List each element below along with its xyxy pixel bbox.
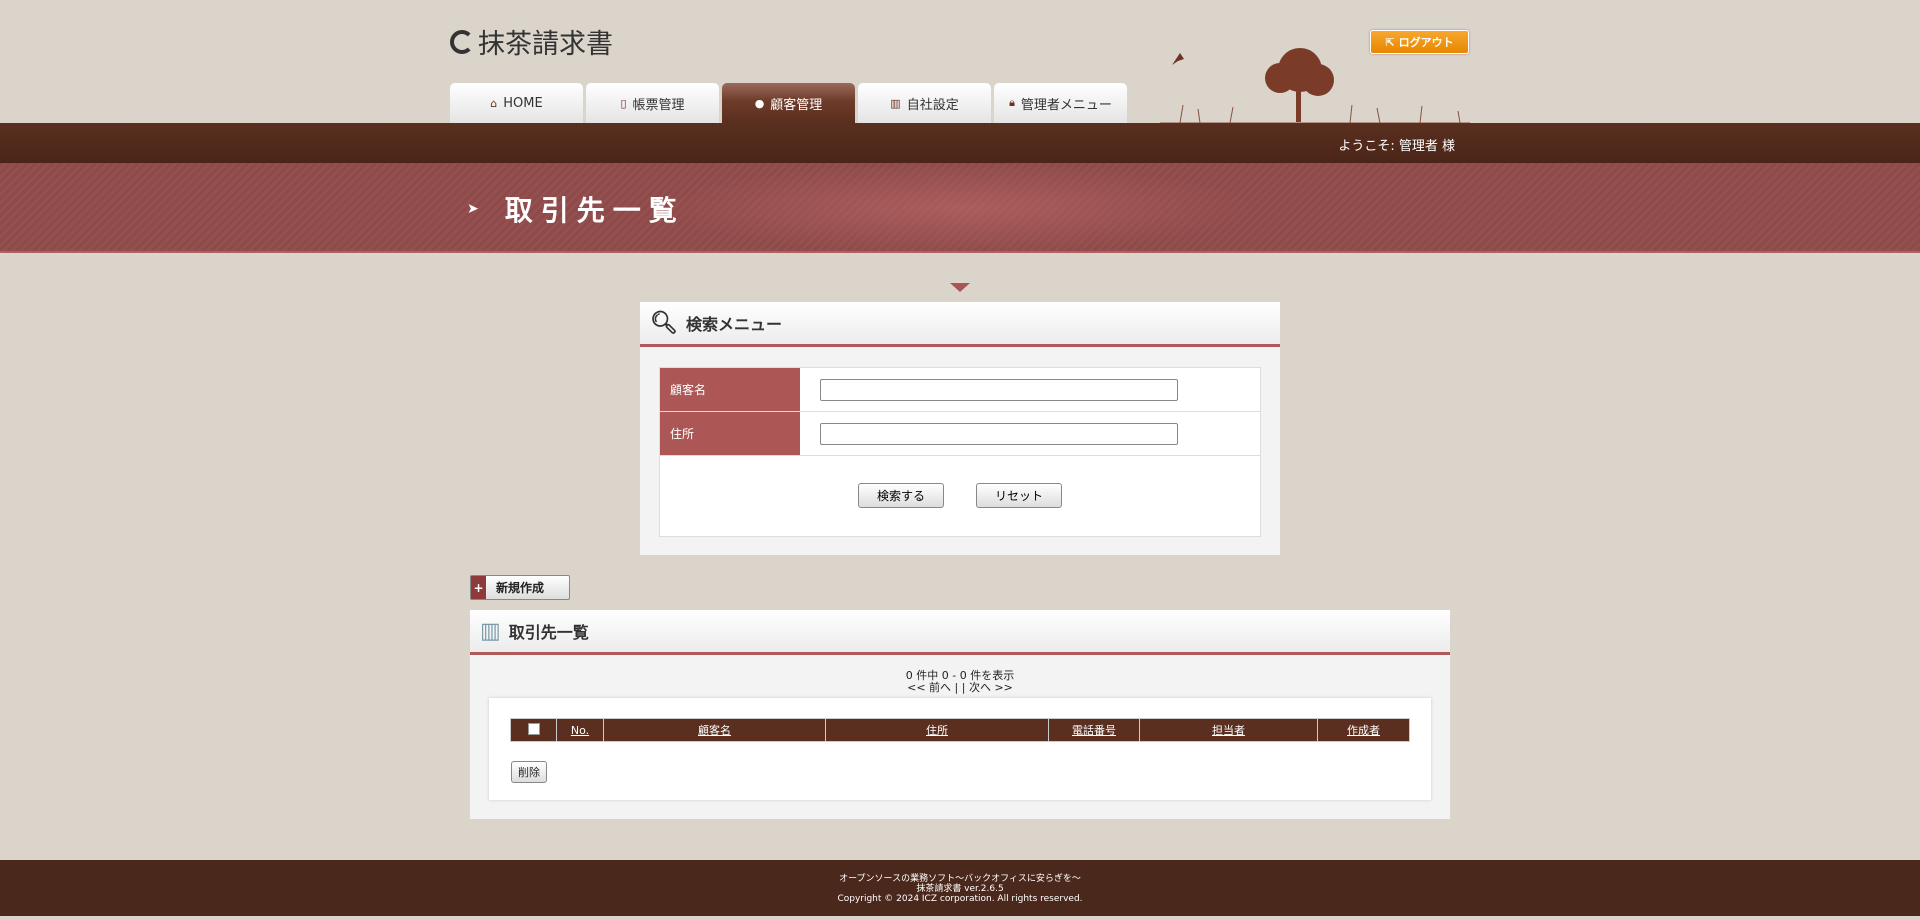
- reset-button[interactable]: リセット: [976, 483, 1063, 508]
- select-all-checkbox[interactable]: [527, 722, 540, 735]
- search-panel: 🔍︎ 検索メニュー 顧客名 住所 検索する リセット: [640, 302, 1280, 555]
- tab-documents[interactable]: ▯ 帳票管理: [586, 83, 719, 123]
- tab-customers[interactable]: ● 顧客管理: [722, 83, 855, 123]
- address-label: 住所: [660, 412, 800, 455]
- header: 抹茶請求書 ⇱ ログアウト ⌂ HOME ▯ 帳票管理 ● 顧客管理 ▥ 自社設定 🔒︎ 管…: [0, 0, 1920, 123]
- list-title: 取引先一覧: [508, 623, 589, 642]
- tab-home[interactable]: ⌂ HOME: [450, 83, 583, 123]
- tab-admin-menu[interactable]: 🔒︎ 管理者メニュー: [994, 83, 1127, 123]
- arrow-icon: ➤: [467, 201, 487, 217]
- column-creator[interactable]: 作成者: [1317, 718, 1410, 742]
- search-panel-title: 検索メニュー: [685, 315, 782, 334]
- logout-button[interactable]: ⇱ ログアウト: [1370, 30, 1469, 54]
- user-bar: ようこそ: 管理者 様: [0, 123, 1920, 163]
- user-icon: ●: [754, 96, 765, 110]
- lock-icon: 🔒︎: [1009, 96, 1015, 109]
- customer-name-input[interactable]: [820, 378, 1178, 401]
- customer-list-panel: ▥ 取引先一覧 0 件中 0 - 0 件を表示 << 前へ | | 次へ >> No…: [470, 610, 1450, 819]
- down-triangle-icon: [950, 283, 970, 292]
- column-no[interactable]: No.: [556, 718, 604, 742]
- building-icon: ▥: [480, 618, 501, 644]
- address-input[interactable]: [820, 422, 1178, 445]
- footer-copyright: Copyright © 2024 ICZ corporation. All ri…: [837, 894, 1083, 904]
- page-banner: ➤ 取引先一覧: [0, 163, 1920, 253]
- column-customer-name[interactable]: 顧客名: [603, 718, 826, 742]
- plus-icon: +: [471, 576, 486, 599]
- book-icon: ▯: [620, 96, 627, 110]
- external-link-icon: ⇱: [1385, 35, 1395, 49]
- column-phone[interactable]: 電話番号: [1048, 718, 1140, 742]
- customer-name-label: 顧客名: [660, 368, 800, 411]
- search-form: 顧客名 住所 検索する リセット: [659, 367, 1261, 537]
- welcome-text: ようこそ: 管理者 様: [1338, 139, 1455, 154]
- tree-bird-illustration: [1160, 48, 1470, 123]
- main-nav: ⌂ HOME ▯ 帳票管理 ● 顧客管理 ▥ 自社設定 🔒︎ 管理者メニュー: [450, 83, 1127, 123]
- logo[interactable]: 抹茶請求書: [450, 22, 613, 61]
- column-address[interactable]: 住所: [825, 718, 1049, 742]
- footer-version: 抹茶請求書 ver.2.6.5: [916, 884, 1004, 894]
- tab-company-settings[interactable]: ▥ 自社設定: [858, 83, 991, 123]
- home-icon: ⌂: [490, 96, 498, 110]
- footer: オープンソースの業務ソフト～バックオフィスに安らぎを～ 抹茶請求書 ver.2.…: [0, 860, 1920, 916]
- logo-mark-icon: [450, 29, 474, 54]
- column-assignee[interactable]: 担当者: [1139, 718, 1318, 742]
- customer-table: No. 顧客名 住所 電話番号 担当者 作成者: [510, 718, 1410, 742]
- search-button[interactable]: 検索する: [857, 483, 944, 508]
- building-icon: ▥: [890, 96, 901, 110]
- magnifier-icon: 🔍︎: [650, 310, 678, 336]
- delete-button[interactable]: 削除: [511, 761, 547, 783]
- new-button[interactable]: + 新規作成: [470, 575, 570, 600]
- pagination[interactable]: << 前へ | | 次へ >>: [470, 682, 1450, 694]
- footer-tagline: オープンソースの業務ソフト～バックオフィスに安らぎを～: [839, 874, 1081, 884]
- page-title: ➤ 取引先一覧: [467, 194, 685, 227]
